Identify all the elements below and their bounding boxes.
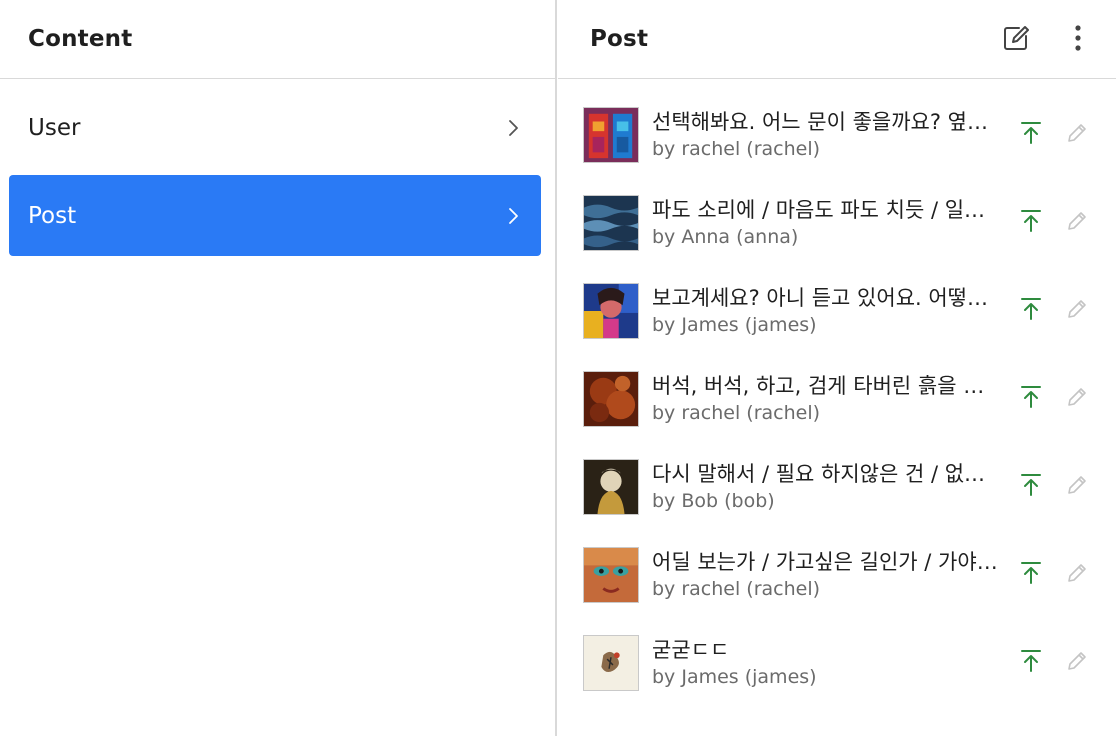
chevron-right-icon [507,205,521,227]
post-text: 굳굳ㄷㄷ by James (james) [652,636,1002,690]
post-author: by James (james) [652,314,817,336]
content-nav: User Post [0,79,555,256]
more-vertical-icon [1074,24,1082,55]
move-to-top-button[interactable] [1014,382,1048,416]
move-to-top-button[interactable] [1014,118,1048,152]
pencil-icon [1066,210,1088,236]
nav-item-post[interactable]: Post [9,175,541,256]
post-row[interactable]: 어딜 보는가 / 가고싶은 길인가 / 가야할 길인가 by rachel (r… [558,531,1116,619]
post-panel: Post 선택해봐요. 어느 문이 좋을까요? 옆에 by rachel (ra… [558,0,1116,736]
post-author: by rachel (rachel) [652,402,821,424]
post-author: by James (james) [652,666,817,688]
pin-to-top-icon [1020,473,1042,501]
post-row[interactable]: 버석, 버석, 하고, 검게 타버린 흙을 밟는 소리 by rachel (r… [558,355,1116,443]
post-thumbnail [583,195,639,251]
more-options-button[interactable] [1058,20,1098,60]
row-actions [1014,267,1094,355]
post-row[interactable]: 굳굳ㄷㄷ by James (james) [558,619,1116,707]
pencil-icon [1066,474,1088,500]
post-title-text: 다시 말해서 / 필요 하지않은 건 / 없다는 것 [652,462,1002,486]
row-actions [1014,355,1094,443]
nav-item-label: User [28,114,81,141]
post-author: by Bob (bob) [652,490,775,512]
pencil-icon [1066,650,1088,676]
edit-post-button[interactable] [1060,470,1094,504]
row-actions [1014,531,1094,619]
pin-to-top-icon [1020,297,1042,325]
post-text: 선택해봐요. 어느 문이 좋을까요? 옆에 계신 분께 물어봐도 돼요 by r… [652,108,1002,162]
edit-post-button[interactable] [1060,206,1094,240]
post-title-text: 버석, 버석, 하고, 검게 타버린 흙을 밟는 소리 [652,374,1002,398]
post-row[interactable]: 다시 말해서 / 필요 하지않은 건 / 없다는 것 by Bob (bob) [558,443,1116,531]
post-author: by rachel (rachel) [652,138,821,160]
post-text: 버석, 버석, 하고, 검게 타버린 흙을 밟는 소리 by rachel (r… [652,372,1002,426]
pencil-icon [1066,386,1088,412]
post-thumbnail [583,459,639,515]
row-actions [1014,443,1094,531]
post-title: Post [590,26,649,52]
post-row[interactable]: 파도 소리에 / 마음도 파도 치듯 / 일렁인다 by Anna (anna) [558,179,1116,267]
edit-post-button[interactable] [1060,118,1094,152]
pin-to-top-icon [1020,385,1042,413]
edit-post-button[interactable] [1060,294,1094,328]
post-list: 선택해봐요. 어느 문이 좋을까요? 옆에 계신 분께 물어봐도 돼요 by r… [558,79,1116,707]
pin-to-top-icon [1020,121,1042,149]
post-title-text: 굳굳ㄷㄷ [652,638,730,662]
pencil-icon [1066,122,1088,148]
nav-item-label: Post [28,202,77,229]
new-post-button[interactable] [996,20,1036,60]
move-to-top-button[interactable] [1014,558,1048,592]
post-thumbnail [583,283,639,339]
content-title: Content [28,26,133,52]
row-actions [1014,91,1094,179]
edit-icon [1002,24,1030,56]
post-title-text: 선택해봐요. 어느 문이 좋을까요? 옆에 계신 분께 물어봐도 돼요 [652,110,1002,134]
post-title-text: 어딜 보는가 / 가고싶은 길인가 / 가야할 길인가 [652,550,1002,574]
header-actions [996,0,1116,79]
post-text: 다시 말해서 / 필요 하지않은 건 / 없다는 것 by Bob (bob) [652,460,1002,514]
post-row[interactable]: 보고계세요? 아니 듣고 있어요. 어떻게 듣고 계신가요 by James (… [558,267,1116,355]
row-actions [1014,619,1094,707]
move-to-top-button[interactable] [1014,470,1048,504]
move-to-top-button[interactable] [1014,206,1048,240]
post-author: by Anna (anna) [652,226,799,248]
post-thumbnail [583,371,639,427]
pencil-icon [1066,298,1088,324]
content-header: Content [0,0,555,79]
pencil-icon [1066,562,1088,588]
nav-item-user[interactable]: User [9,87,541,168]
chevron-right-icon [507,117,521,139]
post-author: by rachel (rachel) [652,578,821,600]
pin-to-top-icon [1020,209,1042,237]
post-thumbnail [583,107,639,163]
post-text: 어딜 보는가 / 가고싶은 길인가 / 가야할 길인가 by rachel (r… [652,548,1002,602]
pin-to-top-icon [1020,561,1042,589]
post-text: 파도 소리에 / 마음도 파도 치듯 / 일렁인다 by Anna (anna) [652,196,1002,250]
edit-post-button[interactable] [1060,646,1094,680]
post-title-text: 파도 소리에 / 마음도 파도 치듯 / 일렁인다 [652,198,1002,222]
post-header: Post [558,0,1116,79]
row-actions [1014,179,1094,267]
pin-to-top-icon [1020,649,1042,677]
post-thumbnail [583,547,639,603]
move-to-top-button[interactable] [1014,646,1048,680]
edit-post-button[interactable] [1060,558,1094,592]
post-thumbnail [583,635,639,691]
edit-post-button[interactable] [1060,382,1094,416]
move-to-top-button[interactable] [1014,294,1048,328]
content-sidebar: Content User Post [0,0,557,736]
post-title-text: 보고계세요? 아니 듣고 있어요. 어떻게 듣고 계신가요 [652,286,1002,310]
post-text: 보고계세요? 아니 듣고 있어요. 어떻게 듣고 계신가요 by James (… [652,284,1002,338]
post-row[interactable]: 선택해봐요. 어느 문이 좋을까요? 옆에 계신 분께 물어봐도 돼요 by r… [558,91,1116,179]
